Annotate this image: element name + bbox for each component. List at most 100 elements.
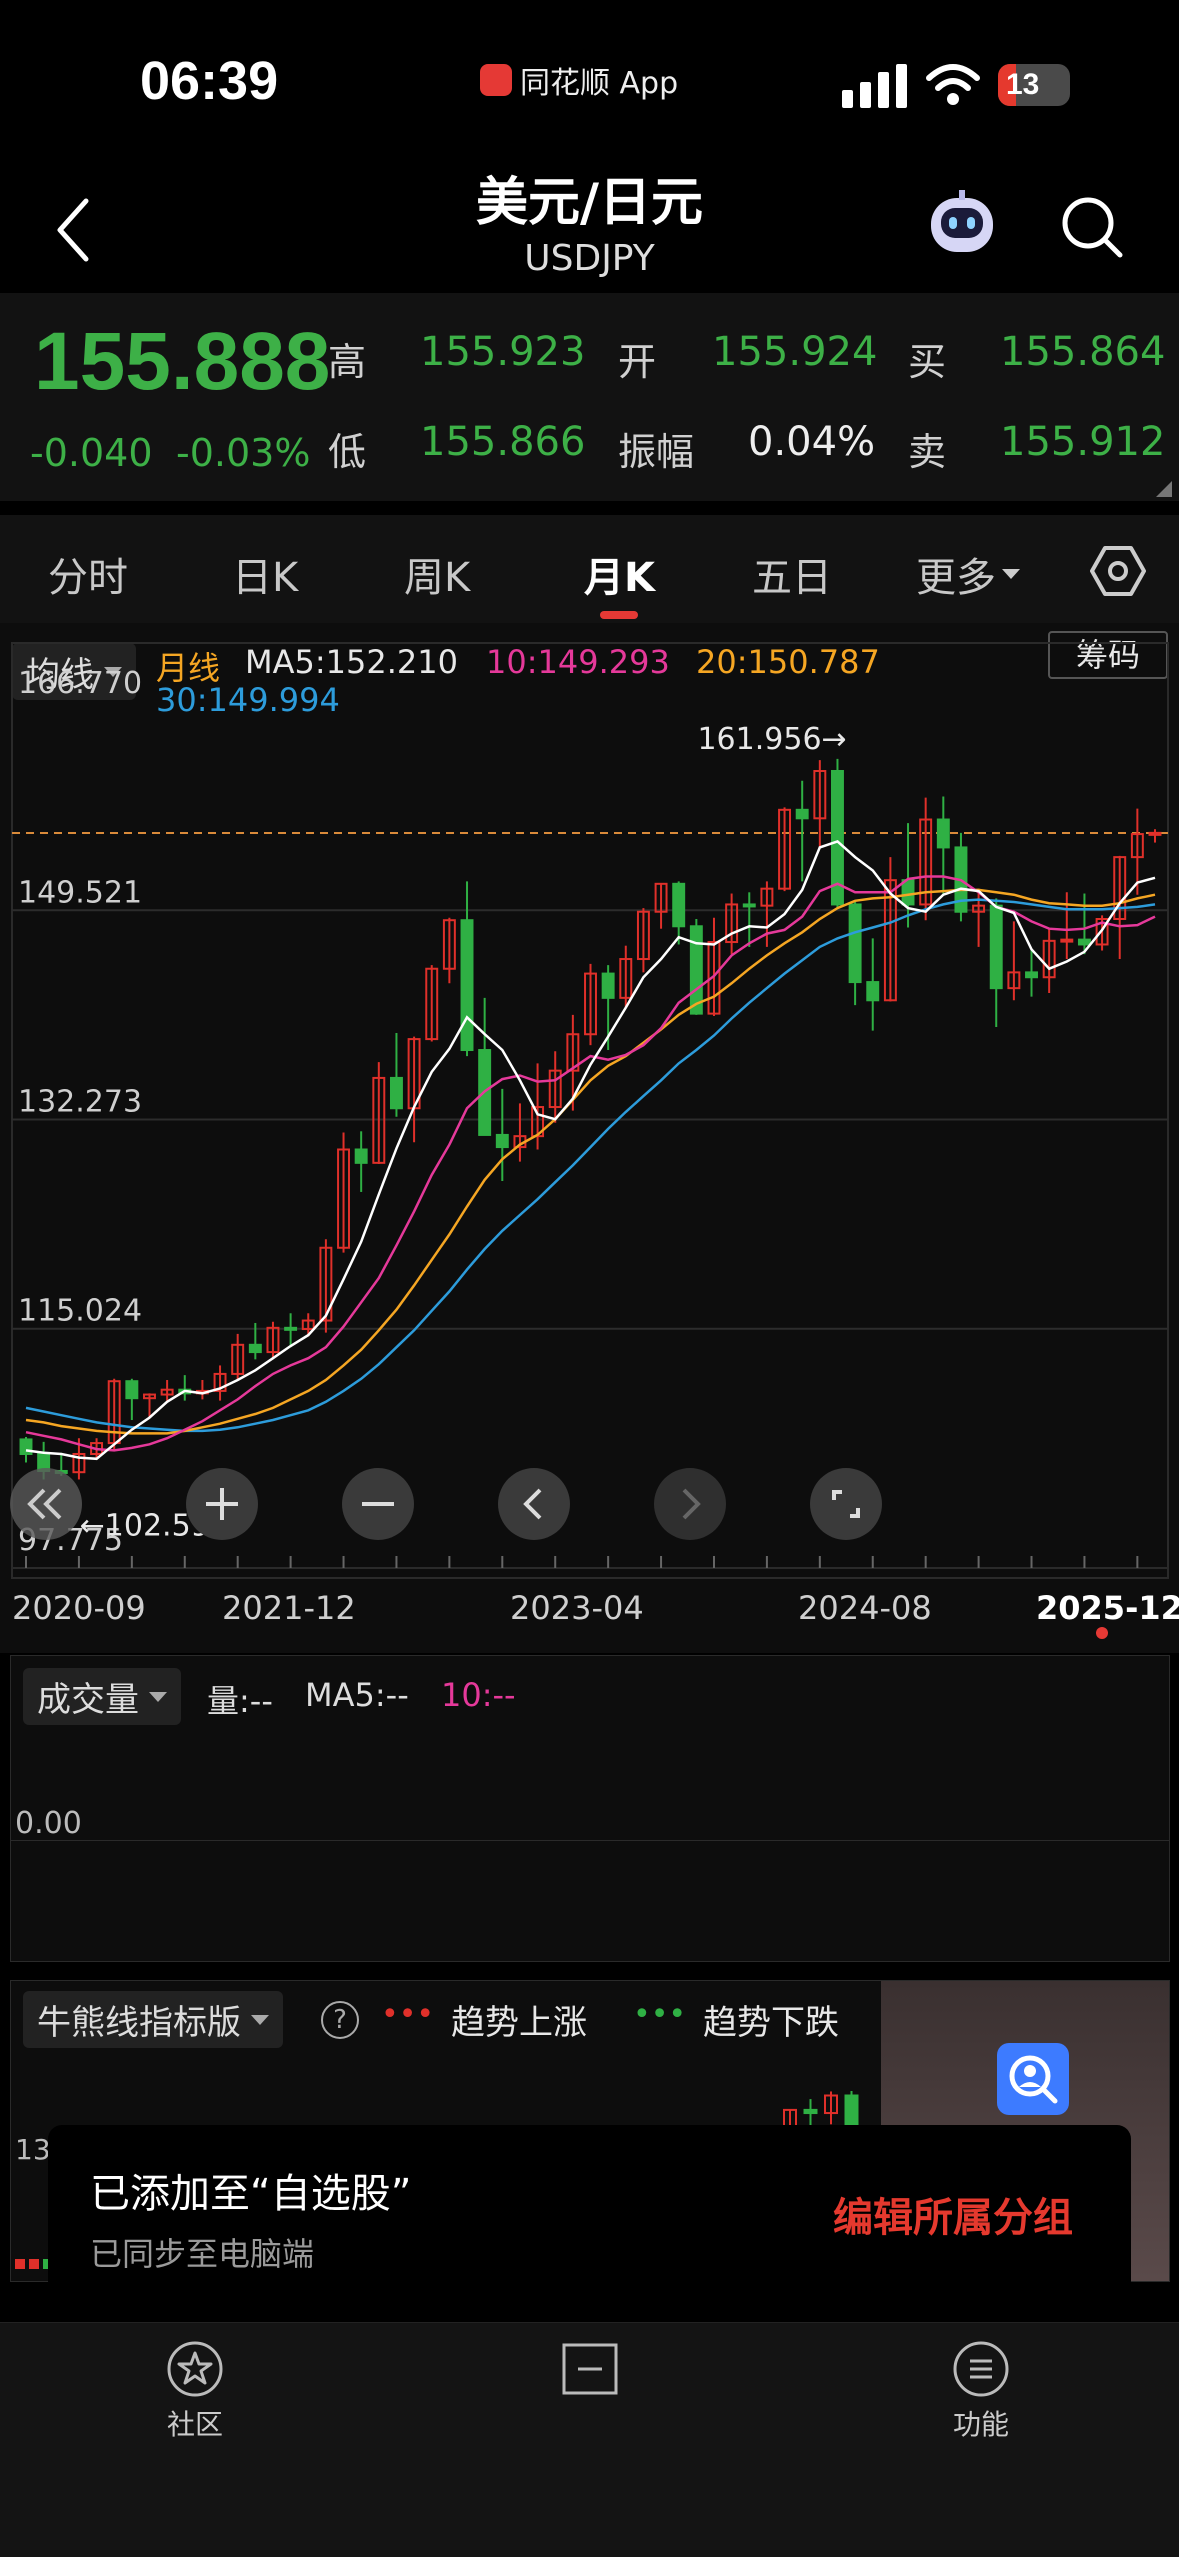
tab-five-day[interactable]: 五日: [752, 545, 832, 603]
battery-level: 13: [1006, 68, 1040, 101]
candle-down: [795, 808, 809, 820]
ma5-line: [25, 839, 1156, 1461]
candle-up: [1148, 831, 1162, 836]
candle-down: [354, 1148, 368, 1164]
nav-community-label: 社区: [166, 2408, 223, 2441]
sell-label: 卖: [908, 430, 947, 474]
expand-corner-icon[interactable]: [1156, 481, 1172, 497]
candle-down: [125, 1380, 139, 1400]
candle-down: [936, 818, 950, 849]
candle-down: [901, 879, 915, 906]
tab-intraday[interactable]: 分时: [48, 545, 128, 603]
y-tick-label: 115.024: [18, 1294, 142, 1329]
volume-panel: 成交量 量:-- MA5:-- 10:-- 0.00: [10, 1655, 1170, 1962]
x-tick-label: 2023-04: [510, 1589, 644, 1627]
y-tick-label: 132.273: [18, 1084, 142, 1119]
price-change-pct: -0.03%: [176, 431, 311, 475]
volume-ma10: 10:--: [441, 1676, 516, 1714]
zoom-in-button[interactable]: [186, 1468, 258, 1540]
latest-marker-dot: [1096, 1627, 1108, 1639]
candle-down: [742, 903, 756, 908]
period-tabs: 分时 日K 周K 月K 五日 更多: [0, 515, 1179, 623]
x-tick-label: 2020-09: [12, 1589, 146, 1627]
nav-community[interactable]: 社区: [150, 2339, 240, 2443]
minus-icon: [362, 1502, 394, 1506]
nav-functions-label: 功能: [952, 2408, 1009, 2441]
volume-zero-line: [11, 1840, 1169, 1841]
toast-subtitle: 已同步至电脑端: [90, 2235, 315, 2273]
toast-title: 已添加至“自选股”: [90, 2171, 412, 2217]
status-time: 06:39: [140, 51, 279, 111]
buy-label: 买: [908, 340, 947, 384]
volume-value: 量:--: [207, 1682, 273, 1720]
status-bar: 06:39 同花顺 App 13: [0, 0, 1179, 150]
chevron-right-icon: [682, 1488, 701, 1520]
x-tick-label: 2025-12: [1036, 1589, 1179, 1627]
tab-more[interactable]: 更多: [916, 545, 1020, 603]
tab-daily-k[interactable]: 日K: [232, 545, 298, 603]
last-price: 155.888: [34, 316, 331, 407]
low-label: 低: [328, 430, 367, 474]
x-tick-label: 2024-08: [798, 1589, 932, 1627]
added-to-watchlist-toast: 已添加至“自选股” 已同步至电脑端 编辑所属分组: [48, 2125, 1131, 2295]
indicator-candle: [803, 2108, 818, 2115]
price-change: -0.040: [30, 431, 153, 475]
open-label: 开: [618, 340, 657, 384]
app-logo-icon: [480, 64, 512, 96]
candle-down: [601, 972, 615, 999]
active-tab-indicator: [600, 611, 638, 619]
tab-more-label: 更多: [916, 555, 996, 601]
x-tick-label: 2021-12: [222, 1589, 356, 1627]
settings-hexagon-icon[interactable]: [1090, 543, 1146, 599]
quote-panel: 155.888 -0.040 -0.03% 高 155.923 开 155.92…: [0, 293, 1179, 501]
nav-center[interactable]: [558, 2339, 622, 2403]
volume-select[interactable]: 成交量: [23, 1668, 181, 1725]
kline-chart[interactable]: 166.770149.521132.273115.02497.775161.95…: [0, 623, 1179, 1653]
fullscreen-button[interactable]: [810, 1468, 882, 1540]
amplitude-label: 振幅: [618, 430, 695, 474]
max-price-label: 161.956→: [697, 722, 846, 757]
volume-zero-label: 0.00: [15, 1806, 82, 1841]
candle-down: [284, 1326, 298, 1331]
chevron-left-icon: [523, 1488, 542, 1520]
candle-down: [672, 882, 686, 928]
indicator-marker: [15, 2259, 25, 2269]
buy-value: 155.864: [1000, 329, 1166, 375]
menu-circle-icon: [953, 2341, 1009, 2397]
status-app-indicator: 同花顺 App: [480, 58, 678, 102]
scroll-left-button[interactable]: [498, 1468, 570, 1540]
candle-down: [689, 925, 703, 1015]
candle-down: [989, 904, 1003, 990]
high-value: 155.923: [420, 329, 586, 375]
ma10-line: [25, 875, 1156, 1452]
candle-down: [389, 1076, 403, 1110]
low-value: 155.866: [420, 419, 586, 465]
wifi-icon: [926, 64, 980, 105]
candle-down: [1077, 938, 1091, 946]
minus-square-icon: [562, 2343, 618, 2395]
magnifier-person-icon: [1009, 2055, 1058, 2104]
signal-icon: [842, 64, 907, 108]
more-caret-icon: [1002, 569, 1020, 579]
scroll-right-button[interactable]: [654, 1468, 726, 1540]
kline-panel: 均线 月线 MA5:152.210 10:149.293 20:150.787 …: [0, 623, 1179, 1653]
bottom-nav: 社区 功能: [0, 2322, 1179, 2557]
fullscreen-icon: [832, 1490, 860, 1518]
candle-down: [248, 1343, 262, 1354]
battery-icon: 13: [998, 64, 1070, 106]
zoom-out-button[interactable]: [342, 1468, 414, 1540]
candle-down: [866, 981, 880, 1002]
tab-monthly-k[interactable]: 月K: [584, 545, 655, 603]
page-title: 美元/日元: [476, 173, 703, 233]
double-chevron-left-icon: [27, 1488, 62, 1520]
scroll-left-fast-button[interactable]: [10, 1468, 82, 1540]
candle-up: [1060, 938, 1074, 943]
candle-down: [1025, 971, 1038, 979]
edit-group-link[interactable]: 编辑所属分组: [833, 2185, 1073, 2243]
assistant-float-button[interactable]: [997, 2043, 1069, 2115]
status-app-name: 同花顺 App: [520, 66, 679, 101]
tab-weekly-k[interactable]: 周K: [404, 545, 470, 603]
amplitude-value: 0.04%: [748, 419, 876, 465]
community-star-icon: [167, 2341, 223, 2397]
nav-functions[interactable]: 功能: [936, 2339, 1026, 2443]
